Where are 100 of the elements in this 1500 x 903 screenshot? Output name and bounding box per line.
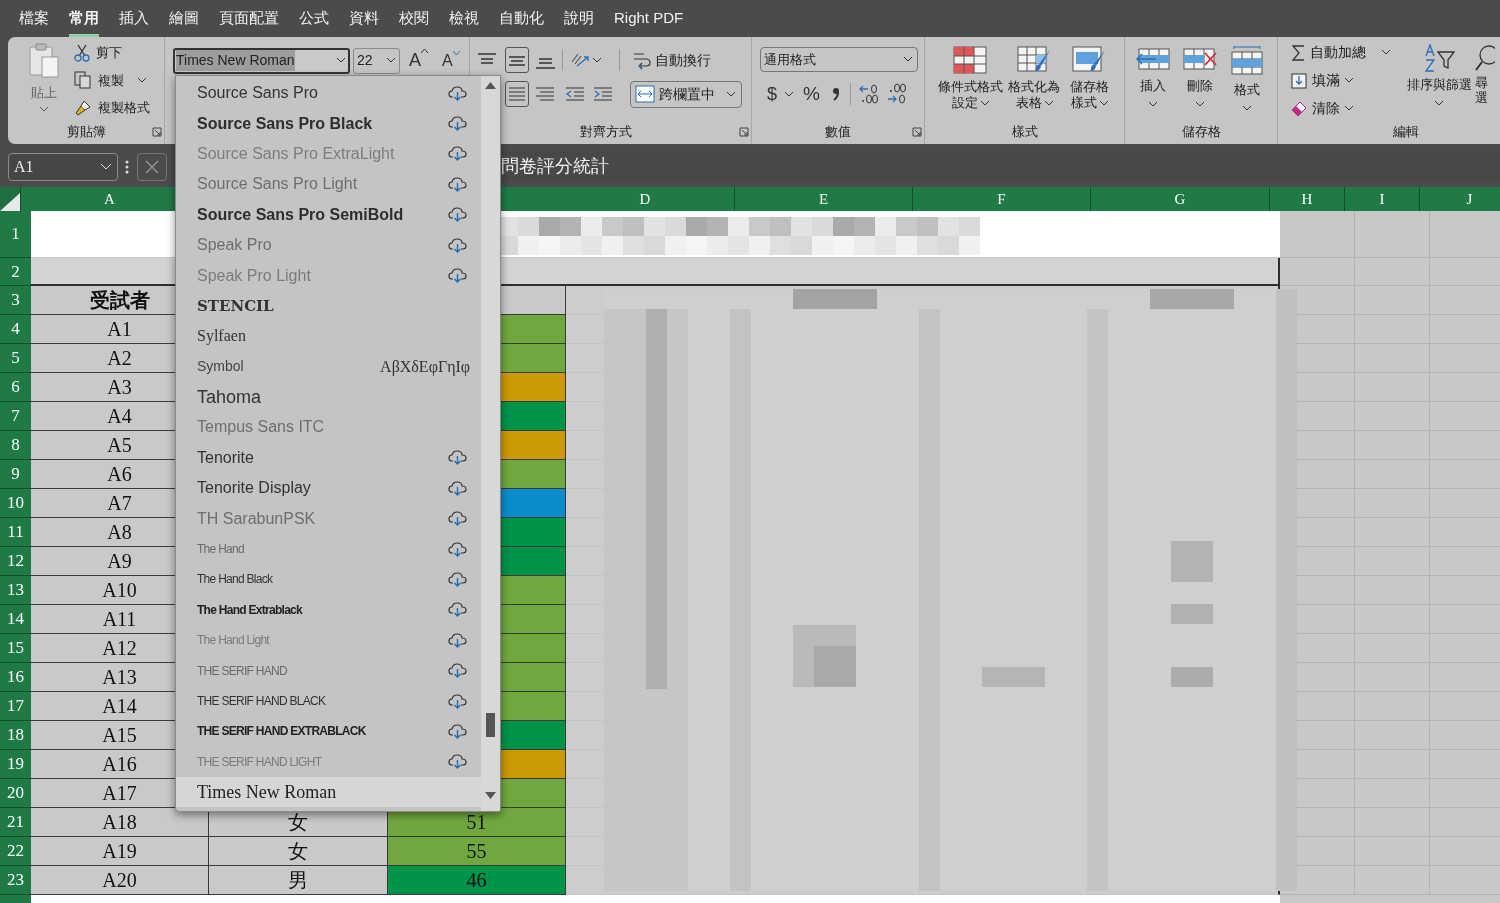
row-header[interactable]: 6 [0,373,31,402]
align-middle-button[interactable] [505,47,529,73]
align-bottom-icon[interactable] [535,56,556,70]
row-header[interactable]: 22 [0,837,31,866]
row-header[interactable]: 16 [0,663,31,692]
scroll-down-icon[interactable] [485,792,497,799]
font-size-field[interactable]: 22 [353,47,400,74]
dialog-launcher-icon[interactable] [739,127,749,137]
row-header[interactable]: 21 [0,808,31,837]
column-header[interactable]: I [1345,187,1420,211]
row-header[interactable]: 7 [0,402,31,431]
menu-tab[interactable]: 插入 [119,0,149,37]
row-header[interactable]: 14 [0,605,31,634]
row-header[interactable]: 4 [0,315,31,344]
merge-center-dropdown[interactable]: 跨欄置中 [630,80,742,108]
shrink-font-button[interactable]: A [442,48,460,73]
row-header[interactable]: 17 [0,692,31,721]
font-list-item[interactable]: Source Sans Pro [176,78,482,109]
row-header[interactable]: 9 [0,460,31,489]
copy-button[interactable]: 複製 [74,70,124,90]
row-header[interactable]: 8 [0,431,31,460]
table-cell: 男 [209,866,388,895]
group-label: 剪貼簿 [66,123,106,142]
caret-icon[interactable] [138,77,146,83]
scrollbar[interactable] [481,76,500,811]
row-header[interactable]: 20 [0,779,31,808]
menu-tab[interactable]: 繪圖 [169,0,199,37]
row-header[interactable]: 12 [0,547,31,576]
decrease-decimal-icon[interactable] [886,83,907,105]
menu-tab[interactable]: Right PDF [614,0,684,37]
column-header[interactable]: H [1270,187,1345,211]
table-cell: A19 [31,837,209,866]
caret-icon[interactable] [785,91,793,97]
menu-tab[interactable]: 說明 [564,0,594,37]
font-list-item[interactable]: Source Sans Pro Black [176,108,482,139]
increase-decimal-icon[interactable] [858,83,879,105]
menu-tab[interactable]: 檔案 [19,0,49,37]
caret-icon[interactable] [1382,50,1390,55]
scrollbar-thumb[interactable] [486,713,496,737]
conditional-formatting-button[interactable]: 條件式格式 設定 [939,46,1001,121]
comma-style-icon[interactable] [831,87,840,101]
autosum-button[interactable]: 自動加總 [1291,42,1366,63]
row-header[interactable]: 19 [0,750,31,779]
group-label: 樣式 [1011,123,1038,142]
menu-tab[interactable]: 頁面配置 [219,0,279,37]
row-header[interactable]: 15 [0,634,31,663]
delete-button[interactable]: 刪除 [1180,46,1220,121]
cancel-button[interactable] [137,152,167,181]
format-painter-button[interactable]: 複製格式 [74,98,150,118]
find-select-button[interactable]: 尋 選 [1473,37,1495,121]
dialog-launcher-icon[interactable] [152,127,162,137]
row-header[interactable]: 13 [0,576,31,605]
font-list-item[interactable]: Times New Roman [176,777,482,808]
cell-styles-button[interactable]: 儲存格 樣式 [1067,46,1111,121]
insert-button[interactable]: 插入 [1133,46,1173,121]
eraser-icon [1291,100,1307,117]
row-header[interactable]: 10 [0,489,31,518]
name-box[interactable]: A1 [8,152,118,181]
menu-tab[interactable]: 自動化 [499,0,544,37]
decrease-indent-icon[interactable] [565,86,585,102]
row-header[interactable]: 1 [0,211,31,258]
format-button[interactable]: 格式 [1227,46,1267,121]
column-header[interactable]: G [1091,187,1270,211]
group-label: 儲存格 [1181,123,1221,142]
currency-button[interactable]: $ [767,80,777,108]
menu-tab[interactable]: 資料 [349,0,379,37]
font-name: Source Sans Pro Black [197,113,373,134]
percent-button[interactable]: % [803,79,820,109]
paste-button[interactable]: 貼上 [26,43,62,121]
number-format-dropdown[interactable]: 通用格式 [760,47,918,72]
wrap-text-icon [632,50,652,70]
row-header[interactable]: 23 [0,866,31,895]
row-header[interactable]: 2 [0,258,31,286]
row-header[interactable]: 18 [0,721,31,750]
caret-icon[interactable] [593,57,601,63]
menu-tab[interactable]: 檢視 [449,0,479,37]
column-header[interactable]: J [1420,187,1500,211]
search-icon [1475,44,1495,72]
grow-font-button[interactable]: A [409,47,428,74]
close-icon [145,159,159,174]
sort-filter-button[interactable]: 排序與篩選 [1405,37,1473,121]
row-header[interactable]: 11 [0,518,31,547]
dialog-launcher-icon[interactable] [912,127,922,137]
merge-cells-icon [635,85,655,103]
column-header[interactable]: F [913,187,1091,211]
column-header[interactable]: D [556,187,735,211]
cut-button[interactable]: 剪下 [74,43,150,63]
row-header[interactable]: 5 [0,344,31,373]
clear-button[interactable]: 清除 [1291,98,1405,119]
font-name-field[interactable]: Times New Roman [173,47,350,74]
fill-button[interactable]: 填滿 [1291,70,1405,91]
more-options-icon[interactable] [125,159,129,174]
align-left-button[interactable] [505,81,529,107]
increase-indent-icon[interactable] [593,86,613,102]
scroll-up-icon[interactable] [485,82,497,89]
column-header[interactable]: E [735,187,913,211]
wrap-text-button[interactable]: 自動換行 [632,49,711,71]
menu-tab[interactable]: 公式 [299,0,329,37]
menu-tab[interactable]: 校閱 [399,0,429,37]
row-header[interactable]: 3 [0,286,31,315]
